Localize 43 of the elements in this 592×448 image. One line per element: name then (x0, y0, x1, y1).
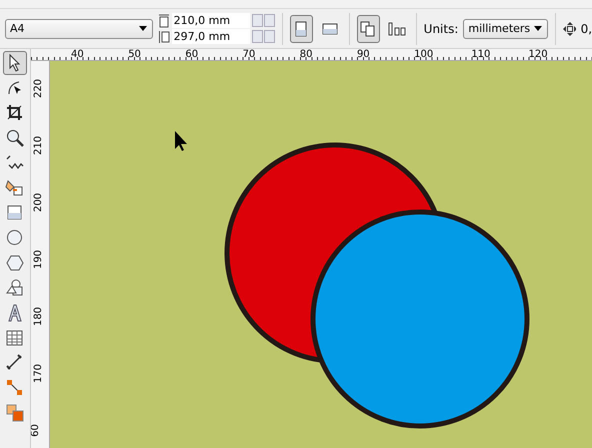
portrait-button[interactable] (290, 14, 314, 42)
polygon-tool-icon (5, 253, 25, 273)
ruler-label: 90 (356, 49, 371, 60)
ruler-label: 50 (128, 49, 142, 60)
page-width-field[interactable]: 210,0 mm (172, 13, 250, 28)
ruler-label: 40 (71, 49, 85, 60)
ruler-label: 200 (33, 192, 44, 212)
mouse-cursor-icon (175, 131, 187, 151)
smartfill-tool-icon (5, 178, 25, 198)
connector-tool-icon (5, 378, 25, 398)
units-dropdown[interactable]: millimeters (463, 18, 548, 38)
ruler-label: 210 (33, 136, 44, 156)
ruler-label: 180 (33, 306, 44, 326)
zoom-tool-icon (5, 128, 25, 148)
page-height-icon (158, 30, 170, 44)
caret-icon (138, 26, 147, 31)
ruler-label: 70 (242, 49, 256, 60)
landscape-page-icon (322, 22, 338, 34)
pages-icon (360, 20, 376, 36)
paper-size-dropdown[interactable]: A4 (5, 18, 153, 38)
page-width-icon (158, 14, 170, 28)
caret-icon (534, 26, 542, 31)
ruler-label: 120 (528, 49, 549, 60)
ruler-label: 60 (185, 49, 200, 60)
table-tool-icon (5, 328, 25, 348)
ellipse-tool-icon (5, 228, 25, 248)
ruler-label: 80 (300, 49, 314, 60)
ruler-label: 110 (471, 49, 492, 60)
fill-tool-icon (5, 403, 25, 423)
pick-tool[interactable] (3, 51, 27, 75)
portrait-page-icon (295, 20, 308, 36)
crop-tool-icon (5, 103, 25, 123)
ruler-label: 170 (33, 364, 44, 384)
units-label: Units: (424, 22, 458, 36)
basicshapes-tool-icon (5, 278, 25, 298)
ruler-label: 100 (414, 49, 434, 60)
ruler-label: 190 (33, 250, 44, 270)
nudge-icon (563, 22, 576, 36)
page-layout-icon (388, 22, 406, 36)
ruler-label: 220 (33, 78, 44, 98)
all-pages-button[interactable] (356, 14, 380, 42)
nudge-field[interactable]: 0, (580, 22, 592, 36)
page-height-field[interactable]: 297,0 mm (172, 29, 250, 44)
